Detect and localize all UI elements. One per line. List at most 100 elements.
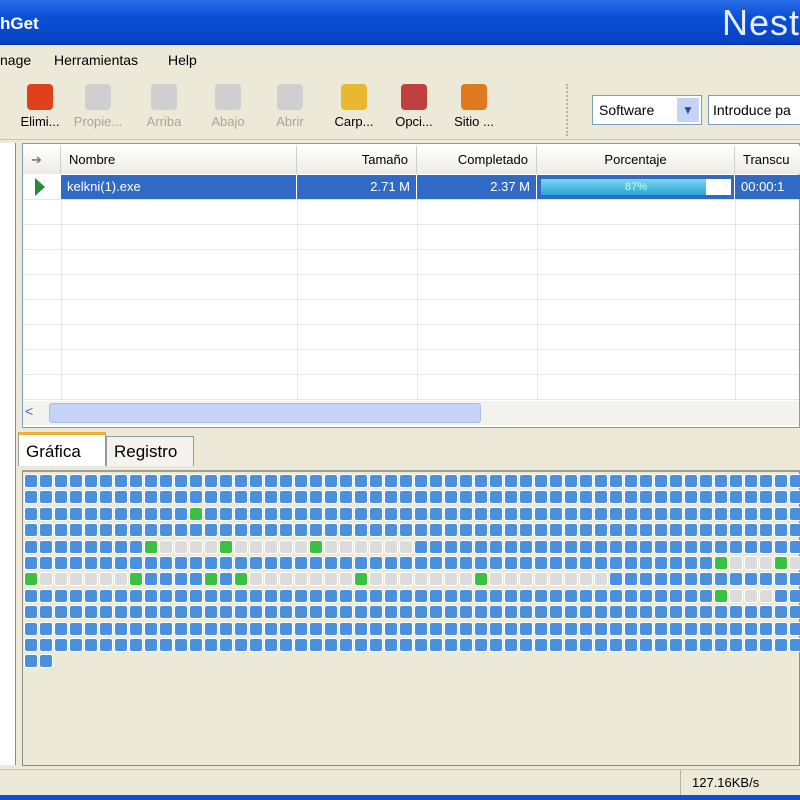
block-done [159,490,173,505]
block-done [354,605,368,620]
block-done [444,556,458,570]
block-done [264,638,278,652]
column-header-completado[interactable]: Completado [417,146,537,174]
block-done [99,474,113,488]
tab-registro[interactable]: Registro [106,436,194,466]
block-done [249,638,263,652]
table-row[interactable]: kelkni(1).exe 2.71 M 2.37 M 87% 00:00:1 [61,175,800,199]
block-pending [369,539,383,554]
block-done [339,638,353,652]
toolbar-button-abrir[interactable]: Abrir [262,82,318,129]
block-done [279,621,293,636]
block-done [309,556,323,570]
block-done [339,474,353,488]
horizontal-scrollbar[interactable]: < [23,401,799,425]
block-done [234,621,248,636]
block-done [639,638,653,652]
file-size: 2.71 M [297,175,417,199]
block-done [324,490,338,505]
toolbar-button-elimi[interactable]: Elimi... [12,82,68,129]
block-pending [159,539,173,554]
grid-line [23,374,799,375]
block-done [684,572,698,587]
block-done [354,588,368,603]
block-done [39,621,53,636]
block-done [759,605,773,620]
block-done [474,621,488,636]
block-active [774,556,788,570]
block-done [564,490,578,505]
scrollbar-thumb[interactable] [49,403,481,423]
block-done [129,539,143,554]
block-pending [234,539,248,554]
toolbar-button-propie[interactable]: Propie... [70,82,126,129]
block-done [414,474,428,488]
block-done [744,572,758,587]
block-done [639,539,653,554]
toolbar-button-carp[interactable]: Carp... [326,82,382,129]
block-done [99,638,113,652]
menu-help[interactable]: Help [168,52,197,68]
block-done [534,490,548,505]
block-done [429,605,443,620]
block-done [609,621,623,636]
column-header-porcentaje[interactable]: Porcentaje [537,146,735,174]
column-line [297,175,298,400]
block-done [84,490,98,505]
block-done [594,605,608,620]
block-active [309,539,323,554]
toolbar-button-arriba[interactable]: Arriba [136,82,192,129]
block-done [174,490,188,505]
scroll-left-icon[interactable]: < [25,403,33,419]
block-pending [744,588,758,603]
block-done [774,506,788,521]
block-done [684,638,698,652]
block-done [444,588,458,603]
block-pending [69,572,83,587]
column-header-tamano[interactable]: Tamaño [297,146,417,174]
block-done [579,638,593,652]
block-done [294,490,308,505]
block-done [339,506,353,521]
block-done [549,605,563,620]
toolbar-button-abajo[interactable]: Abajo [200,82,256,129]
block-done [684,490,698,505]
block-done [789,539,800,554]
toolbar-button-opci[interactable]: Opci... [386,82,442,129]
block-done [639,572,653,587]
block-done [669,490,683,505]
block-done [699,523,713,538]
block-done [669,523,683,538]
menu-herramientas[interactable]: Herramientas [54,52,138,68]
block-done [324,621,338,636]
column-header-transcurrido[interactable]: Transcu [735,146,800,174]
block-done [354,638,368,652]
block-done [429,621,443,636]
block-done [654,621,668,636]
block-done [294,638,308,652]
block-done [99,556,113,570]
category-select[interactable]: Software ▼ [592,95,702,125]
menu-manage[interactable]: nage [0,52,31,68]
block-done [729,490,743,505]
block-done [624,556,638,570]
block-done [639,605,653,620]
block-done [129,506,143,521]
open-icon [277,84,303,110]
toolbar-button-sitio[interactable]: Sitio ... [446,82,502,129]
block-done [789,572,800,587]
block-done [129,621,143,636]
block-done [129,638,143,652]
block-done [204,474,218,488]
column-line [61,175,62,400]
block-done [474,539,488,554]
chevron-down-icon[interactable]: ▼ [677,98,699,122]
block-done [579,605,593,620]
block-done [579,539,593,554]
search-input[interactable]: Introduce pa [708,95,800,125]
block-done [534,539,548,554]
block-done [249,506,263,521]
tab-grafica[interactable]: Gráfica [18,432,106,466]
status-column-header[interactable]: ➔ [23,146,61,174]
column-header-nombre[interactable]: Nombre [61,146,297,174]
